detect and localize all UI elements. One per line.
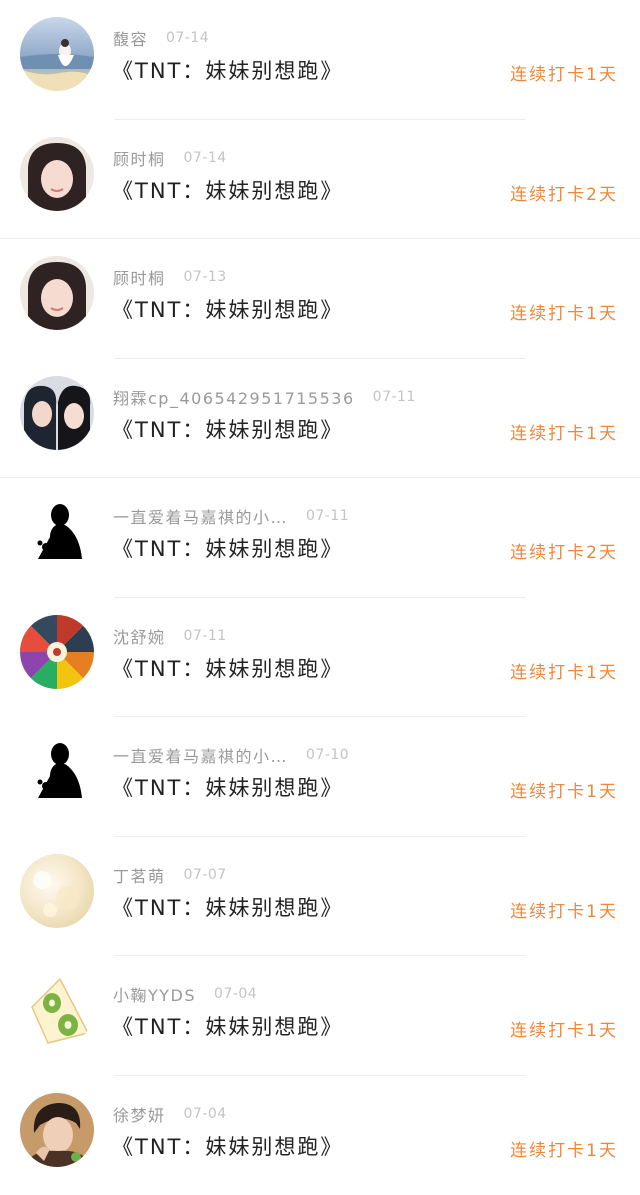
entry-meta: 馥容 07-14	[113, 27, 209, 49]
book-title[interactable]: 《TNT：妹妹别想跑》	[112, 55, 343, 85]
silhouette-avatar[interactable]	[20, 495, 94, 569]
username[interactable]: 馥容	[113, 26, 148, 50]
entry-meta: 徐梦妍 07-04	[113, 1103, 227, 1125]
kiwi-sandwich-avatar[interactable]	[20, 973, 94, 1047]
list-item[interactable]: 徐梦妍 07-04 《TNT：妹妹别想跑》 连续打卡1天	[0, 1076, 640, 1195]
book-title[interactable]: 《TNT：妹妹别想跑》	[112, 772, 343, 802]
username[interactable]: 沈舒婉	[113, 624, 166, 648]
book-title[interactable]: 《TNT：妹妹别想跑》	[112, 533, 343, 563]
username[interactable]: 顾时桐	[113, 146, 166, 170]
colorful-wheel-avatar[interactable]	[20, 615, 94, 689]
streak-label: 连续打卡1天	[510, 897, 618, 922]
boy-portrait-avatar[interactable]	[20, 1093, 94, 1167]
username[interactable]: 徐梦妍	[113, 1102, 166, 1126]
entry-date: 07-11	[184, 628, 227, 644]
book-title[interactable]: 《TNT：妹妹别想跑》	[112, 414, 343, 444]
book-title[interactable]: 《TNT：妹妹别想跑》	[112, 892, 343, 922]
streak-label: 连续打卡1天	[510, 658, 618, 683]
username[interactable]: 一直爱着马嘉祺的小…	[113, 504, 288, 528]
girl-selfie-avatar[interactable]	[20, 256, 94, 330]
streak-label: 连续打卡2天	[510, 180, 618, 205]
username[interactable]: 翔霖cp_406542951715536	[113, 385, 355, 409]
list-item[interactable]: 一直爱着马嘉祺的小… 07-11 《TNT：妹妹别想跑》 连续打卡2天	[0, 478, 640, 598]
list-item[interactable]: 小鞠YYDS 07-04 《TNT：妹妹别想跑》 连续打卡1天	[0, 956, 640, 1076]
list-item[interactable]: 馥容 07-14 《TNT：妹妹别想跑》 连续打卡1天	[0, 0, 640, 120]
streak-label: 连续打卡1天	[510, 419, 618, 444]
entry-date: 07-11	[306, 508, 349, 524]
entry-meta: 一直爱着马嘉祺的小… 07-10	[113, 744, 349, 766]
entry-meta: 丁茗萌 07-07	[113, 864, 227, 886]
list-item[interactable]: 顾时桐 07-13 《TNT：妹妹别想跑》 连续打卡1天	[0, 239, 640, 359]
book-title[interactable]: 《TNT：妹妹别想跑》	[112, 1131, 343, 1161]
entry-meta: 顾时桐 07-13	[113, 266, 227, 288]
entry-meta: 一直爱着马嘉祺的小… 07-11	[113, 505, 349, 527]
checkin-list: 馥容 07-14 《TNT：妹妹别想跑》 连续打卡1天 顾时桐 07-14 《T…	[0, 0, 640, 1195]
streak-label: 连续打卡2天	[510, 538, 618, 563]
list-item[interactable]: 丁茗萌 07-07 《TNT：妹妹别想跑》 连续打卡1天	[0, 837, 640, 957]
entry-date: 07-14	[166, 30, 209, 46]
entry-date: 07-11	[373, 389, 416, 405]
bokeh-avatar[interactable]	[20, 854, 94, 928]
list-item[interactable]: 顾时桐 07-14 《TNT：妹妹别想跑》 连续打卡2天	[0, 120, 640, 240]
entry-date: 07-10	[306, 747, 349, 763]
streak-label: 连续打卡1天	[510, 1136, 618, 1161]
list-item[interactable]: 沈舒婉 07-11 《TNT：妹妹别想跑》 连续打卡1天	[0, 598, 640, 718]
streak-label: 连续打卡1天	[510, 1016, 618, 1041]
entry-meta: 沈舒婉 07-11	[113, 625, 227, 647]
streak-label: 连续打卡1天	[510, 60, 618, 85]
list-item[interactable]: 一直爱着马嘉祺的小… 07-10 《TNT：妹妹别想跑》 连续打卡1天	[0, 717, 640, 837]
couple-photo-avatar[interactable]	[20, 376, 94, 450]
entry-date: 07-13	[184, 269, 227, 285]
book-title[interactable]: 《TNT：妹妹别想跑》	[112, 1011, 343, 1041]
entry-date: 07-04	[184, 1106, 227, 1122]
sea-portrait-avatar[interactable]	[20, 17, 94, 91]
streak-label: 连续打卡1天	[510, 777, 618, 802]
entry-date: 07-14	[184, 150, 227, 166]
silhouette-avatar[interactable]	[20, 734, 94, 808]
entry-meta: 小鞠YYDS 07-04	[113, 983, 257, 1005]
book-title[interactable]: 《TNT：妹妹别想跑》	[112, 175, 343, 205]
entry-date: 07-04	[214, 986, 257, 1002]
girl-selfie-avatar[interactable]	[20, 137, 94, 211]
list-item[interactable]: 翔霖cp_406542951715536 07-11 《TNT：妹妹别想跑》 连…	[0, 359, 640, 479]
streak-label: 连续打卡1天	[510, 299, 618, 324]
entry-meta: 翔霖cp_406542951715536 07-11	[113, 386, 416, 408]
username[interactable]: 小鞠YYDS	[113, 982, 196, 1006]
username[interactable]: 丁茗萌	[113, 863, 166, 887]
username[interactable]: 一直爱着马嘉祺的小…	[113, 743, 288, 767]
username[interactable]: 顾时桐	[113, 265, 166, 289]
book-title[interactable]: 《TNT：妹妹别想跑》	[112, 294, 343, 324]
book-title[interactable]: 《TNT：妹妹别想跑》	[112, 653, 343, 683]
entry-meta: 顾时桐 07-14	[113, 147, 227, 169]
entry-date: 07-07	[184, 867, 227, 883]
